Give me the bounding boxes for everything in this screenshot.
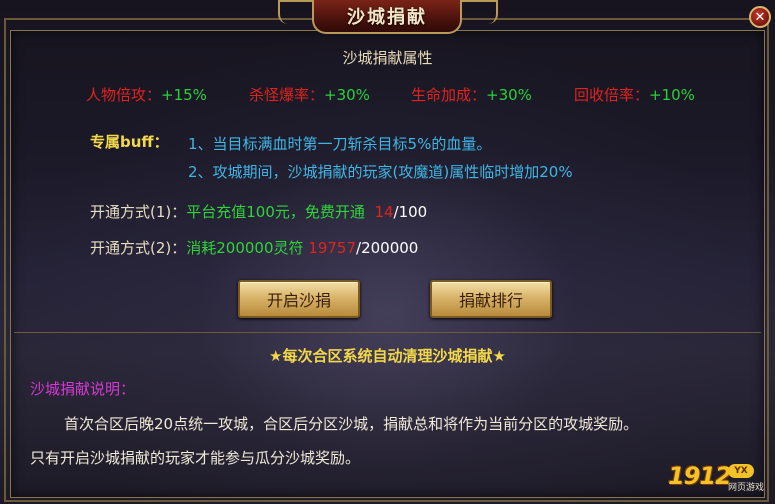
close-button[interactable]: ✕ (749, 6, 771, 28)
window-titlebar: 沙城捐献 (312, 0, 462, 34)
stat-value: +30% (486, 86, 532, 104)
description-line-1: 首次合区后晚20点统一攻城，合区后分区沙城，捐献总和将作为当前分区的攻城奖励。 (64, 415, 639, 433)
open-method-total: /100 (393, 203, 428, 221)
open-method-total: /200000 (356, 239, 419, 257)
window-title: 沙城捐献 (347, 7, 427, 28)
stat-value: +30% (324, 86, 370, 104)
open-donation-button[interactable]: 开启沙捐 (238, 280, 360, 318)
logo-badge: YX (728, 464, 754, 478)
title-wing-left (278, 0, 316, 24)
site-logo: 1912 (668, 462, 732, 490)
title-wing-right (460, 0, 498, 24)
merge-notice: ★每次合区系统自动清理沙城捐献★ (269, 347, 506, 365)
description-label: 沙城捐献说明： (30, 380, 136, 398)
stat-drop-rate: 杀怪爆率：+30% (249, 84, 370, 105)
stat-value: +10% (649, 86, 695, 104)
stat-label: 人物倍攻： (86, 86, 162, 104)
stat-value: +15% (161, 86, 207, 104)
stat-attack-multiplier: 人物倍攻：+15% (86, 84, 207, 105)
open-method-2: 开通方式(2)：消耗200000灵符 19757/200000 (90, 237, 418, 258)
open-method-1: 开通方式(1)：平台充值100元，免费开通 14/100 (90, 201, 427, 222)
stat-label: 回收倍率： (574, 86, 650, 104)
open-method-current: 14 (374, 203, 394, 221)
sand-city-donation-panel: 沙城捐献 ✕ 沙城捐献属性 人物倍攻：+15% 杀怪爆率：+30% 生命加成：+… (0, 0, 775, 504)
open-method-desc: 消耗200000灵符 (186, 239, 304, 257)
buff-line-2: 2、攻城期间，沙城捐献的玩家(攻魔道)属性临时增加20% (188, 163, 573, 181)
description-line-2: 只有开启沙城捐献的玩家才能参与瓜分沙城奖励。 (30, 449, 361, 467)
open-method-label: 开通方式(2)： (90, 239, 187, 257)
buff-label: 专属buff： (90, 133, 169, 151)
divider (14, 332, 761, 333)
close-icon: ✕ (754, 9, 766, 25)
section-title: 沙城捐献属性 (342, 49, 433, 67)
logo-subtitle: 网页游戏 (728, 483, 765, 493)
stat-label: 杀怪爆率： (249, 86, 325, 104)
stat-label: 生命加成： (411, 86, 487, 104)
open-method-current: 19757 (308, 239, 357, 257)
stat-recycle-rate: 回收倍率：+10% (574, 84, 695, 105)
buff-line-1: 1、当目标满血时第一刀斩杀目标5%的血量。 (188, 135, 492, 153)
open-method-label: 开通方式(1)： (90, 203, 187, 221)
open-method-desc: 平台充值100元，免费开通 (186, 203, 365, 221)
donation-ranking-button[interactable]: 捐献排行 (430, 280, 552, 318)
stat-hp-bonus: 生命加成：+30% (411, 84, 532, 105)
